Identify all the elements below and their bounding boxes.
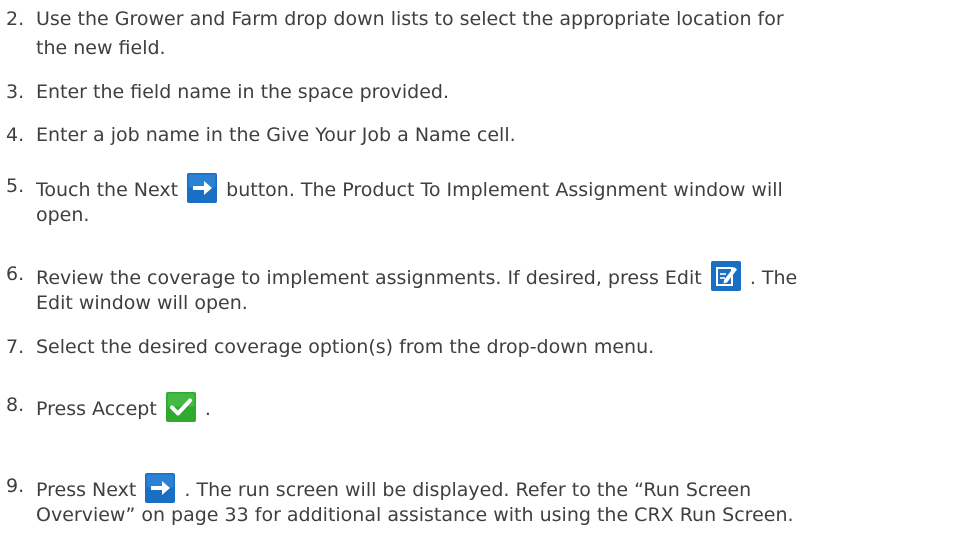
step-number: 7.	[6, 336, 25, 358]
step-number: 9.	[6, 475, 25, 497]
next-arrow-icon	[145, 473, 176, 503]
step-number: 3.	[6, 81, 25, 103]
next-arrow-icon	[187, 173, 218, 203]
step-text-after-icon: . The	[749, 267, 798, 289]
step-text-before-icon: Press Next	[36, 479, 137, 501]
step-text-line-2: Edit window will open.	[36, 292, 248, 314]
step-number: 8.	[6, 394, 25, 416]
edit-icon	[710, 261, 741, 291]
step-text-before-icon: Press Accept	[36, 398, 157, 420]
step-text-before-icon: Touch the Next	[36, 179, 179, 201]
step-text-line-1: Press Next . The run screen will be disp…	[36, 473, 751, 504]
step-text-line-1: Press Accept .	[36, 392, 211, 423]
step-text-line-2: open.	[36, 204, 90, 226]
step-text-line-1: Touch the Next button. The Product To Im…	[36, 173, 783, 204]
step-number: 2.	[6, 8, 25, 30]
step-text-after-icon: . The run screen will be displayed. Refe…	[184, 479, 752, 501]
step-number: 4.	[6, 124, 25, 146]
step-text-line-2: Overview” on page 33 for additional assi…	[36, 504, 794, 526]
accept-check-icon	[165, 392, 196, 422]
step-text-after-icon: .	[204, 398, 211, 420]
step-text-line-1: Use the Grower and Farm drop down lists …	[36, 8, 784, 30]
step-text-before-icon: Review the coverage to implement assignm…	[36, 267, 702, 289]
step-text-line-1: Review the coverage to implement assignm…	[36, 261, 797, 292]
step-text-after-icon: button. The Product To Implement Assignm…	[226, 179, 783, 201]
instruction-steps: 2. Use the Grower and Farm drop down lis…	[0, 0, 957, 549]
step-text-line-1: Select the desired coverage option(s) fr…	[36, 336, 655, 358]
step-text-line-1: Enter the field name in the space provid…	[36, 81, 450, 103]
step-number: 5.	[6, 175, 25, 197]
step-text-line-1: Enter a job name in the Give Your Job a …	[36, 124, 516, 146]
step-number: 6.	[6, 263, 25, 285]
step-text-line-2: the new field.	[36, 37, 166, 59]
